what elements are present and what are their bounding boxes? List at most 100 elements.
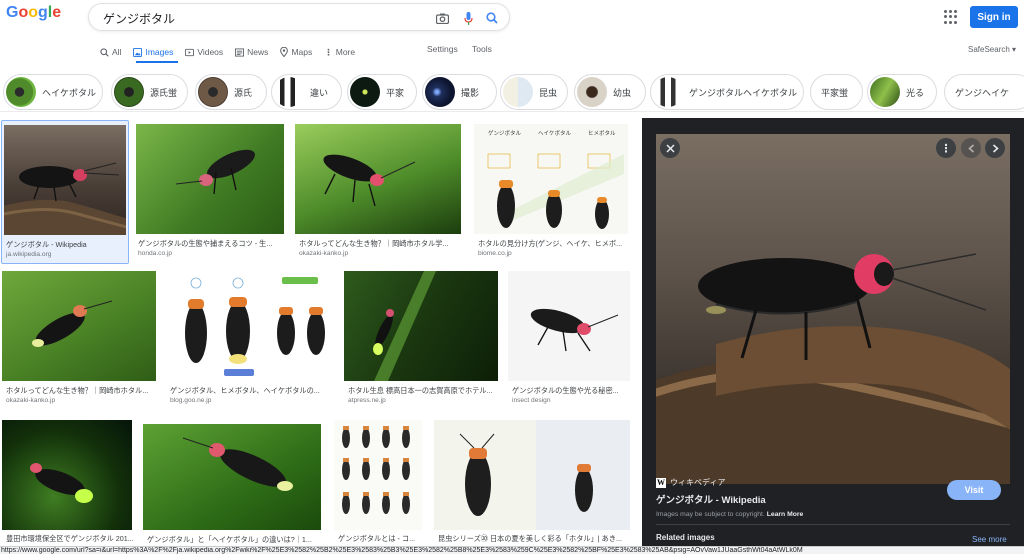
search-input[interactable] — [103, 9, 423, 27]
image-result[interactable]: ゲンジボタル」と「ヘイケボタル」の違いは?｜1... — [143, 424, 323, 546]
result-image — [4, 125, 126, 235]
tab-more[interactable]: ⋮ More — [324, 44, 355, 60]
chip-genji-heike-short[interactable]: ゲンジヘイケ — [944, 74, 1024, 110]
image-result[interactable]: ホタルってどんな生き物？｜岡崎市ホタル学... okazaki-kanko.jp — [295, 124, 463, 264]
chip-genji[interactable]: 源氏 — [195, 74, 267, 110]
image-result[interactable]: 豊田市環境保全区でゲンジボタル 201... — [2, 420, 134, 546]
more-vert-icon: ⋮ — [940, 142, 952, 155]
source-name: ウィキペディア — [670, 478, 726, 487]
result-title: ホタルってどんな生き物？｜岡崎市ホタル... — [6, 386, 149, 395]
result-source: biome.co.jp — [478, 250, 512, 257]
chip-insect[interactable]: 昆虫 — [500, 74, 568, 110]
diagram-label-genji: ゲンジボタル — [488, 129, 522, 137]
image-result[interactable]: ゲンジボタル - Wikipedia ja.wikipedia.org — [1, 120, 129, 264]
result-source: honda.co.jp — [138, 250, 173, 257]
previous-image-button[interactable] — [961, 138, 981, 158]
top-bar: Google Sign in All Images Videos — [0, 0, 1024, 68]
more-vert-icon: ⋮ — [324, 46, 333, 57]
result-title: 昆虫シリーズ⑳ 日本の夏を美しく彩る「ホタル」| あき... — [438, 534, 622, 543]
image-result[interactable]: ホタルってどんな生き物？｜岡崎市ホタル... okazaki-kanko.jp — [2, 271, 156, 411]
chip-heike-hotaru[interactable]: 平家蛍 — [810, 74, 863, 110]
status-bar-url: https://www.google.com/url?sa=i&url=http… — [0, 546, 1024, 554]
google-logo[interactable]: Google — [6, 4, 61, 22]
chip-thumbnail — [653, 77, 683, 107]
result-title: ゲンジボタル、ヒメボタル、ヘイケボタルの... — [170, 386, 320, 395]
chip-label: 幼虫 — [613, 87, 632, 98]
image-result[interactable]: 昆虫シリーズ⑳ 日本の夏を美しく彩る「ホタル」| あき... — [434, 420, 632, 546]
tab-images[interactable]: Images — [133, 44, 173, 60]
tab-videos[interactable]: Videos — [185, 44, 223, 60]
settings-link[interactable]: Settings — [427, 44, 458, 54]
image-result[interactable]: ゲンジボタル ヘイケボタル ヒメボタル ホタルの見分け方(ゲンジ、ヘイケ、ヒメボ… — [474, 124, 630, 264]
microphone-icon[interactable] — [460, 10, 476, 26]
result-image — [143, 424, 321, 530]
result-source: okazaki-kanko.jp — [6, 397, 56, 404]
close-panel-button[interactable] — [660, 138, 680, 158]
search-icon — [100, 47, 109, 57]
preview-title[interactable]: ゲンジボタル - Wikipedia — [656, 492, 766, 506]
tab-maps[interactable]: Maps — [280, 44, 312, 60]
chip-label: 撮影 — [461, 87, 480, 98]
result-image — [166, 271, 332, 381]
tab-label: Videos — [197, 47, 224, 57]
safesearch-toggle[interactable]: SafeSearch ▾ — [968, 45, 1016, 54]
result-title: ゲンジボタル - Wikipedia — [6, 240, 87, 249]
chip-label: 源氏 — [234, 87, 253, 98]
image-result[interactable]: ホタル生息 標高日本一の志賀高原でホテル... atpress.ne.jp — [344, 271, 500, 411]
result-title: ゲンジボタルとは - コ... — [338, 534, 416, 543]
chip-label: 平家 — [386, 87, 405, 98]
close-icon — [665, 143, 675, 153]
result-source: ja.wikipedia.org — [6, 251, 52, 258]
chip-photography[interactable]: 撮影 — [422, 74, 497, 110]
camera-icon[interactable] — [434, 10, 450, 26]
chip-label: ゲンジヘイケ — [955, 87, 1010, 98]
apps-grid-icon[interactable] — [944, 10, 958, 24]
result-image — [334, 420, 422, 530]
chip-thumbnail — [198, 77, 228, 107]
source-attribution[interactable]: W ウィキペディア — [656, 477, 725, 488]
result-image — [508, 271, 630, 381]
tab-all[interactable]: All — [100, 44, 121, 60]
next-image-button[interactable] — [985, 138, 1005, 158]
see-more-link[interactable]: See more — [972, 535, 1007, 544]
copyright-text: Images may be subject to copyright. — [656, 511, 765, 518]
tab-label: All — [112, 47, 122, 57]
result-image: ゲンジボタル ヘイケボタル ヒメボタル — [474, 124, 628, 234]
search-tabs: All Images Videos News Maps ⋮ More — [100, 44, 367, 60]
more-options-button[interactable]: ⋮ — [936, 138, 956, 158]
image-result[interactable]: ゲンジボタルの生態や捕まえるコツ - 生... honda.co.jp — [134, 124, 284, 264]
chip-thumbnail — [870, 77, 900, 107]
chip-heike-short[interactable]: 平家 — [347, 74, 417, 110]
image-result[interactable]: ゲンジボタルの生態や光る秘密... insect design — [508, 271, 632, 411]
learn-more-link[interactable]: Learn More — [767, 511, 804, 518]
visit-button[interactable]: Visit — [947, 480, 1001, 500]
chip-thumbnail — [577, 77, 607, 107]
tools-link[interactable]: Tools — [472, 44, 492, 54]
image-result[interactable]: ゲンジボタルとは - コ... — [334, 420, 424, 546]
sign-in-button[interactable]: Sign in — [970, 6, 1018, 28]
chip-genjibotaru-kanji[interactable]: 源氏蛍 — [111, 74, 188, 110]
chip-heike[interactable]: ヘイケボタル — [3, 74, 103, 110]
chip-genji-heike[interactable]: ゲンジボタルヘイケボタル — [650, 74, 804, 110]
tab-news[interactable]: News — [235, 44, 268, 60]
image-preview-panel: ⋮ W ウィキペディア ゲンジボタル - Wikipedia Visit Ima… — [642, 118, 1024, 546]
chip-difference[interactable]: 違い — [271, 74, 342, 110]
preview-image[interactable] — [656, 134, 1010, 484]
result-source: okazaki-kanko.jp — [299, 250, 349, 257]
chip-label: ゲンジボタルヘイケボタル — [689, 87, 798, 98]
tab-label: Images — [145, 47, 174, 57]
chip-label: 平家蛍 — [821, 87, 849, 98]
chip-glowing[interactable]: 光る — [867, 74, 937, 110]
chip-larva[interactable]: 幼虫 — [574, 74, 646, 110]
image-result[interactable]: ゲンジボタル、ヒメボタル、ヘイケボタルの... blog.goo.ne.jp — [166, 271, 334, 411]
chip-thumbnail — [425, 77, 455, 107]
chip-thumbnail — [503, 77, 533, 107]
diagram-label-heike: ヘイケボタル — [538, 129, 572, 137]
result-image — [344, 271, 498, 381]
chip-label: 源氏蛍 — [150, 87, 178, 98]
chip-label: 違い — [310, 87, 329, 98]
result-source: blog.goo.ne.jp — [170, 397, 212, 404]
search-icon[interactable] — [484, 10, 500, 26]
image-results-grid: ゲンジボタル - Wikipedia ja.wikipedia.org ゲンジボ… — [0, 120, 640, 546]
image-icon — [133, 47, 143, 57]
